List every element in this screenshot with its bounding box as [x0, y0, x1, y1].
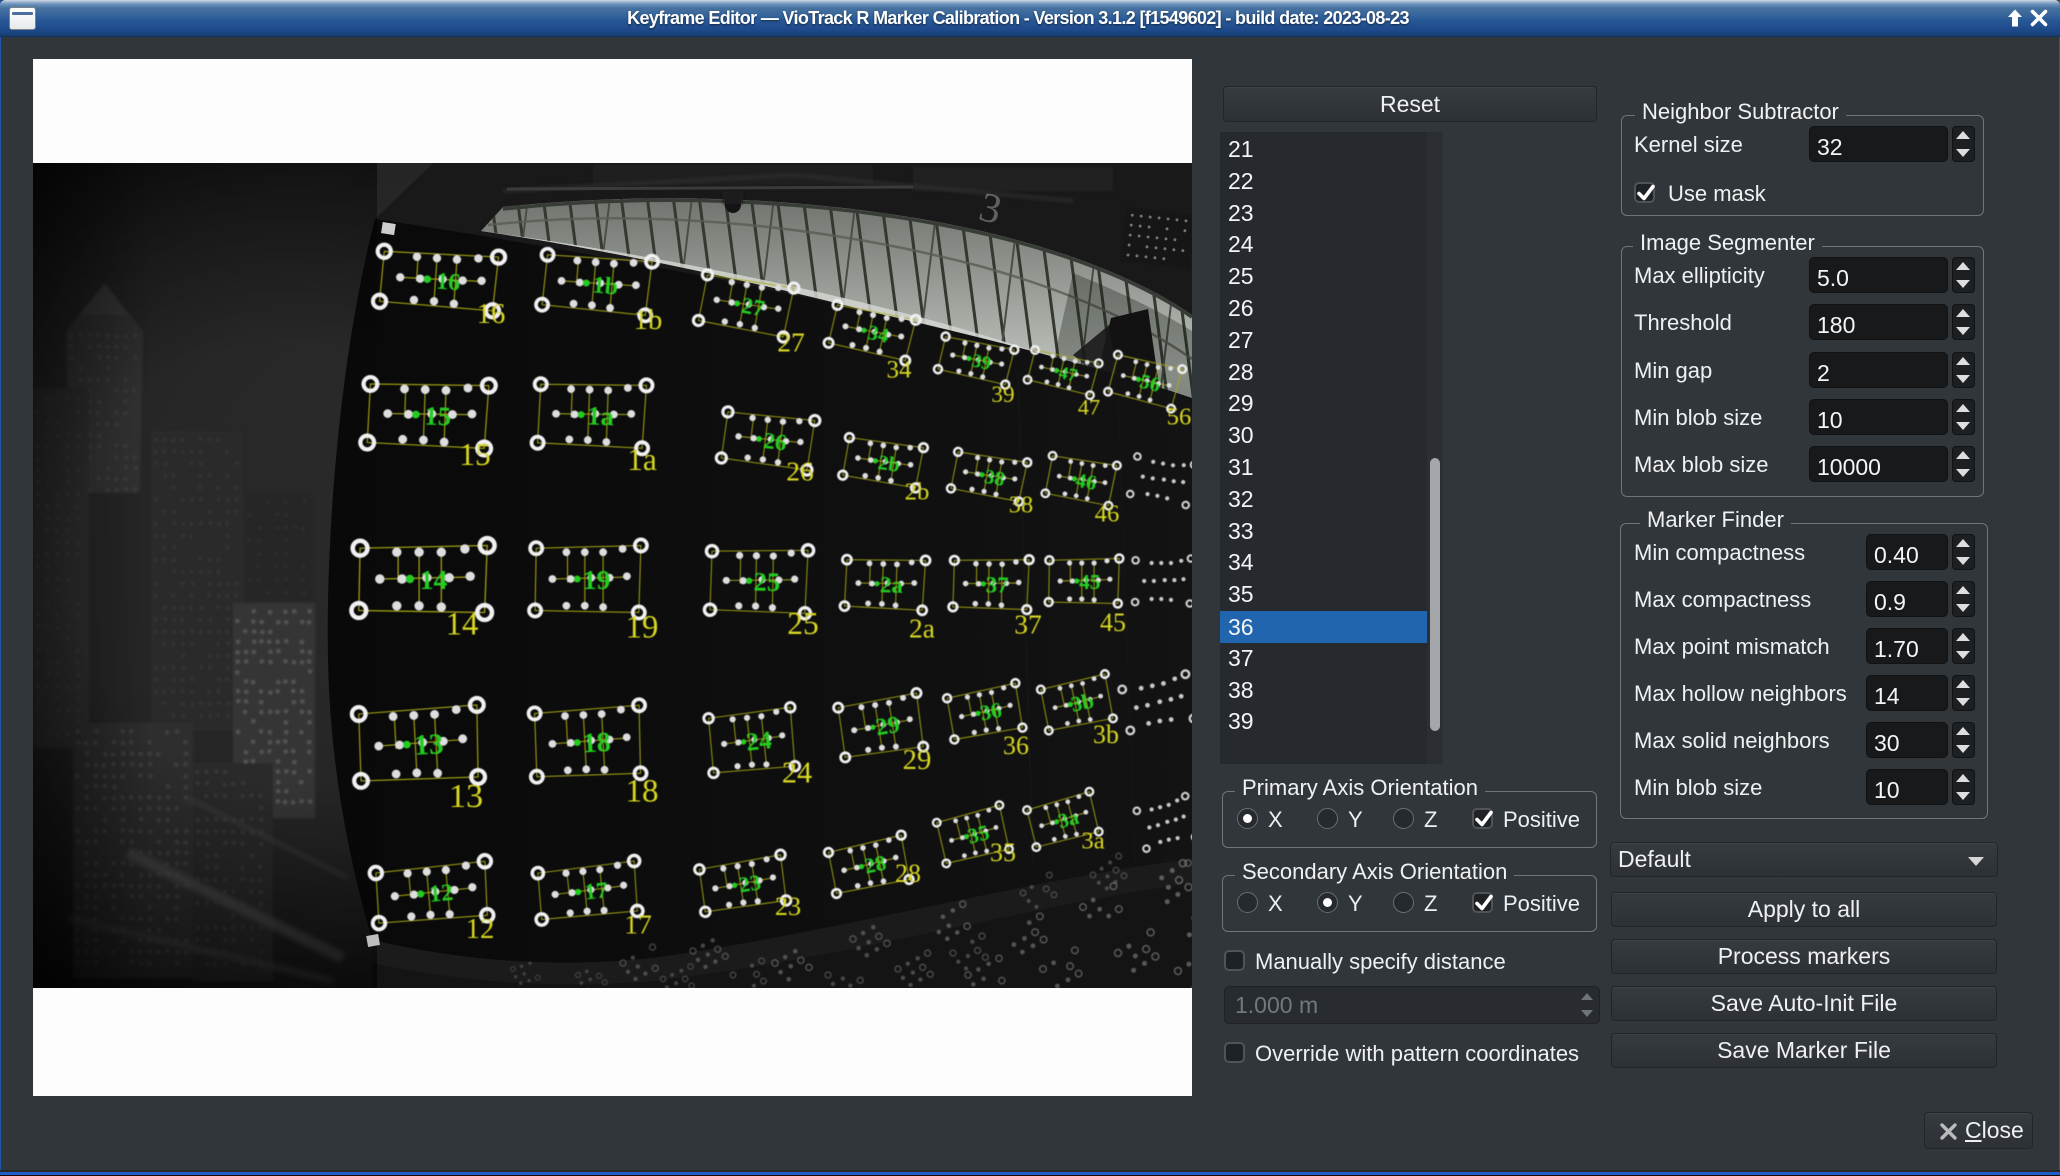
- svg-text:46: 46: [1095, 500, 1120, 527]
- svg-text:18: 18: [625, 774, 658, 810]
- svg-text:14: 14: [420, 565, 448, 596]
- svg-text:16: 16: [435, 269, 461, 297]
- svg-text:17: 17: [624, 909, 652, 940]
- svg-text:37: 37: [1014, 608, 1042, 639]
- svg-text:2b: 2b: [905, 478, 930, 505]
- svg-text:1b: 1b: [592, 272, 620, 300]
- svg-text:23: 23: [737, 869, 763, 897]
- svg-text:37: 37: [985, 572, 1008, 597]
- svg-text:15: 15: [459, 437, 491, 472]
- svg-text:12: 12: [428, 880, 454, 908]
- svg-text:28: 28: [895, 859, 921, 888]
- svg-text:13: 13: [413, 728, 444, 761]
- svg-text:36: 36: [1003, 731, 1029, 760]
- svg-text:3b: 3b: [1069, 689, 1096, 717]
- svg-text:25: 25: [753, 567, 780, 597]
- svg-text:26: 26: [786, 455, 814, 486]
- svg-text:39: 39: [991, 382, 1014, 408]
- svg-text:47: 47: [1078, 394, 1100, 419]
- svg-text:26: 26: [762, 428, 788, 456]
- svg-text:3b: 3b: [1093, 720, 1119, 749]
- svg-text:45: 45: [1079, 570, 1101, 594]
- svg-text:2b: 2b: [876, 452, 901, 477]
- svg-text:34: 34: [887, 357, 913, 384]
- svg-text:1a: 1a: [627, 442, 657, 477]
- svg-text:19: 19: [626, 610, 659, 646]
- svg-text:23: 23: [775, 892, 801, 921]
- svg-text:3a: 3a: [1081, 827, 1104, 854]
- svg-text:1b: 1b: [634, 304, 663, 336]
- svg-text:38: 38: [1009, 491, 1033, 518]
- svg-text:27: 27: [777, 326, 805, 357]
- svg-text:1a: 1a: [587, 400, 615, 431]
- svg-text:45: 45: [1100, 608, 1126, 637]
- svg-text:17: 17: [583, 877, 608, 904]
- svg-text:35: 35: [990, 838, 1016, 867]
- svg-text:13: 13: [449, 777, 483, 815]
- svg-text:19: 19: [583, 565, 611, 596]
- svg-text:2a: 2a: [880, 572, 904, 598]
- svg-text:2a: 2a: [909, 612, 935, 643]
- svg-text:29: 29: [874, 712, 902, 741]
- svg-text:24: 24: [782, 756, 812, 790]
- svg-text:25: 25: [787, 606, 819, 641]
- svg-text:27: 27: [739, 293, 766, 322]
- svg-text:16: 16: [477, 298, 506, 330]
- svg-text:15: 15: [424, 400, 452, 431]
- svg-text:18: 18: [582, 727, 612, 759]
- svg-text:56: 56: [1167, 403, 1192, 430]
- svg-text:12: 12: [466, 913, 495, 945]
- svg-text:38: 38: [983, 466, 1007, 491]
- svg-text:29: 29: [903, 744, 932, 776]
- svg-text:14: 14: [446, 607, 479, 643]
- svg-text:46: 46: [1074, 470, 1098, 495]
- svg-text:24: 24: [745, 725, 774, 757]
